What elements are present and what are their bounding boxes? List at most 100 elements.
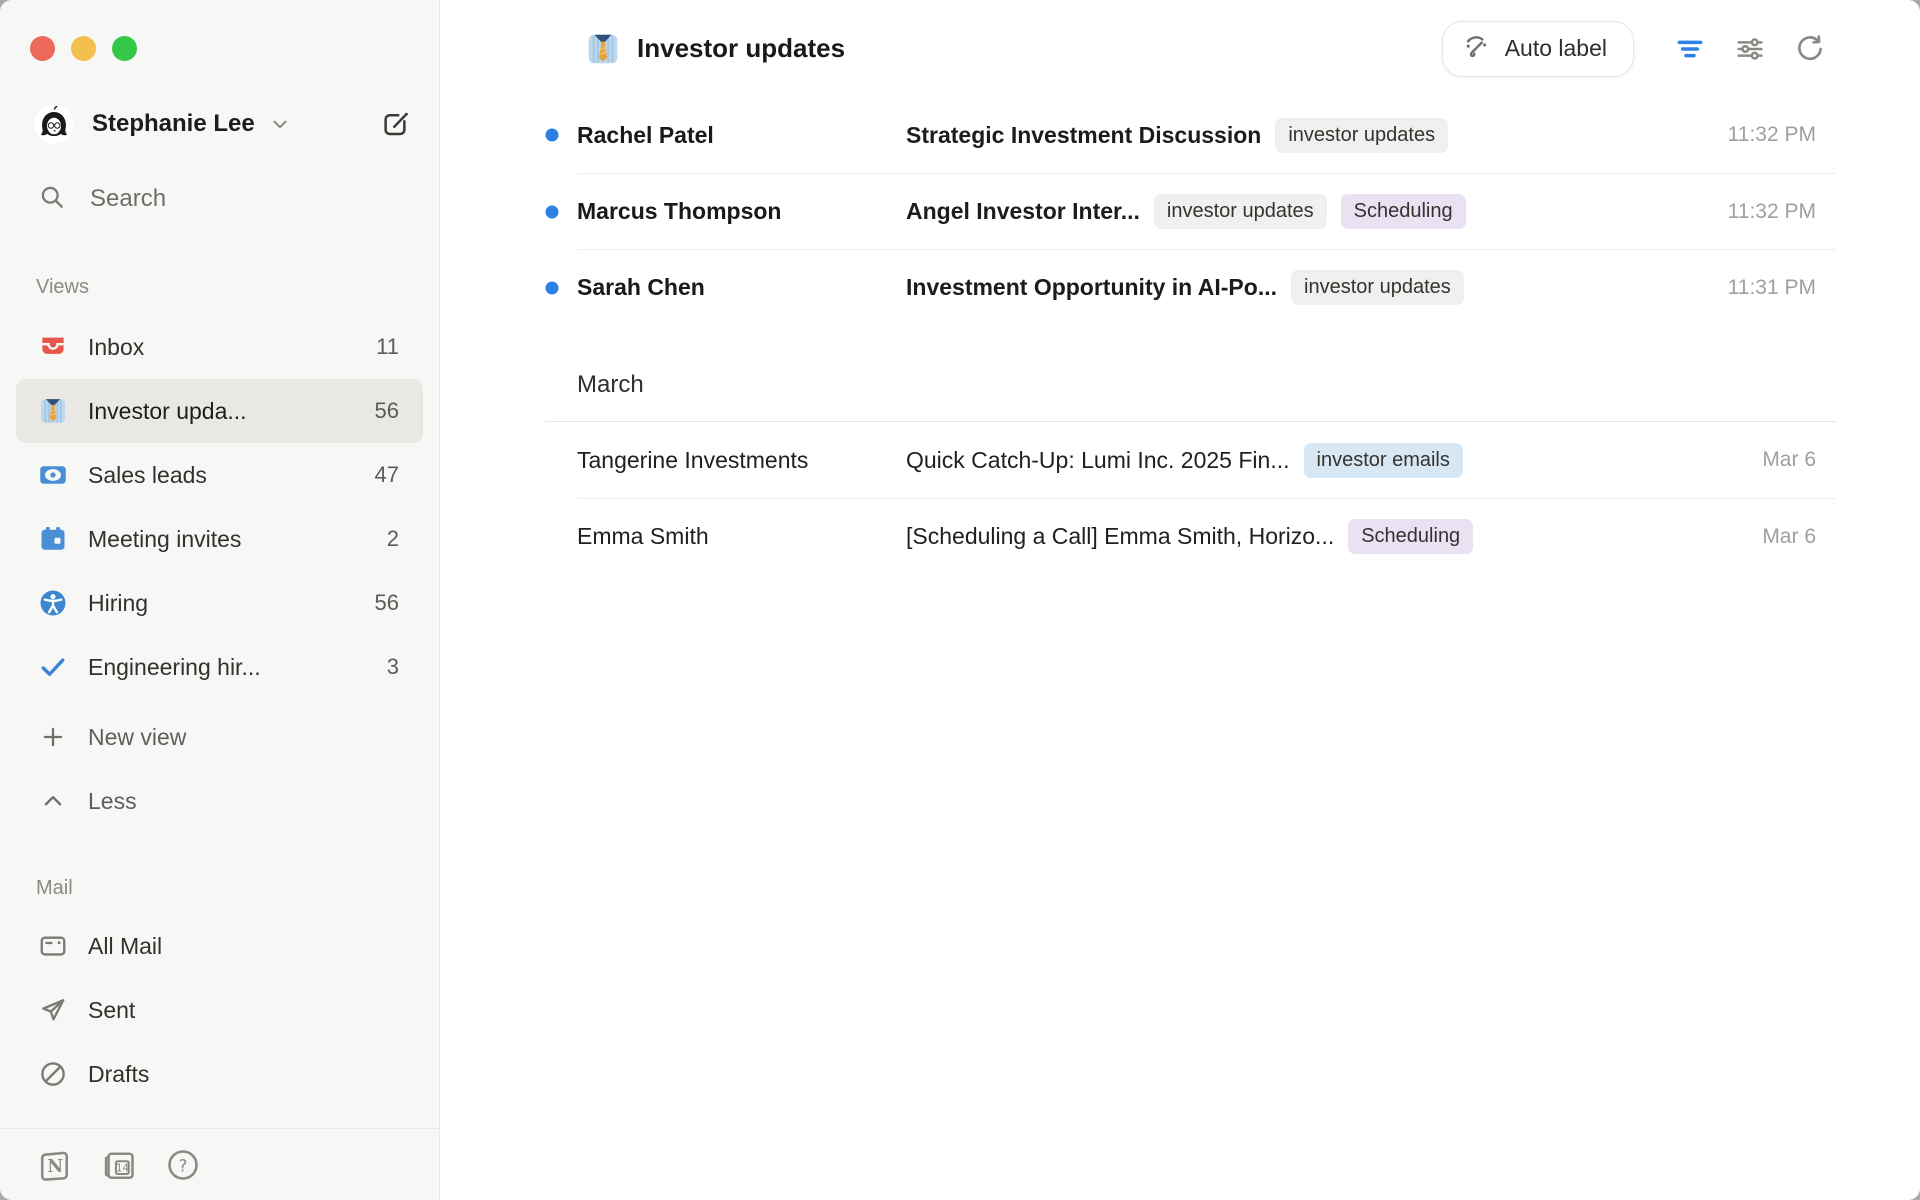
mail-list: Rachel PatelStrategic Investment Discuss… xyxy=(440,97,1920,574)
timestamp: 11:31 PM xyxy=(1708,276,1816,300)
search-label: Search xyxy=(90,185,166,213)
subject-text: Quick Catch-Up: Lumi Inc. 2025 Fin... xyxy=(906,447,1290,474)
subject-text: Investment Opportunity in AI-Po... xyxy=(906,274,1277,301)
month-label: March xyxy=(577,361,1836,409)
all-mail-label: All Mail xyxy=(88,933,162,960)
compose-icon[interactable] xyxy=(373,101,419,147)
chevron-up-icon xyxy=(38,786,68,816)
sidebar-item-label: Meeting invites xyxy=(88,526,241,553)
refresh-icon[interactable] xyxy=(1790,29,1830,69)
mail-row[interactable]: Tangerine InvestmentsQuick Catch-Up: Lum… xyxy=(577,422,1836,498)
subject-text: Strategic Investment Discussion xyxy=(906,122,1261,149)
profile-row[interactable]: Stephanie Lee xyxy=(34,102,423,146)
search-icon xyxy=(38,183,66,216)
main-header: Investor updates Auto label xyxy=(440,0,1920,97)
mail-row[interactable]: Emma Smith[Scheduling a Call] Emma Smith… xyxy=(577,498,1836,574)
sender-name: Emma Smith xyxy=(577,523,906,550)
drafts-icon xyxy=(38,1059,68,1089)
sidebar-item-drafts[interactable]: Drafts xyxy=(16,1042,423,1106)
sidebar-item-sales-leads[interactable]: Sales leads47 xyxy=(16,443,423,507)
subject-and-labels: Angel Investor Inter... investor updates S… xyxy=(906,194,1466,229)
header-actions: Auto label xyxy=(1442,21,1830,77)
sidebar-item-all-mail[interactable]: All Mail xyxy=(16,914,423,978)
unread-count: 3 xyxy=(387,654,399,680)
sidebar-actions: New view Less xyxy=(16,705,423,833)
sidebar-item-hiring[interactable]: Hiring56 xyxy=(16,571,423,635)
user-name: Stephanie Lee xyxy=(92,110,255,138)
sidebar-footer: N 14 ? xyxy=(0,1128,439,1200)
subject-and-labels: Investment Opportunity in AI-Po... invest… xyxy=(906,270,1464,305)
necktie-icon xyxy=(585,31,621,67)
label-chip[interactable]: Scheduling xyxy=(1341,194,1466,229)
sidebar-item-label: Investor upda... xyxy=(88,398,247,425)
search-row[interactable]: Search xyxy=(38,182,423,216)
sidebar: Stephanie Lee Search Views xyxy=(0,0,440,1200)
traffic-lights xyxy=(0,0,439,60)
sidebar-item-label: Engineering hir... xyxy=(88,654,261,681)
label-chip[interactable]: investor emails xyxy=(1304,443,1463,478)
new-view-button[interactable]: New view xyxy=(16,705,423,769)
notion-calendar-icon[interactable]: 14 xyxy=(100,1146,138,1184)
views-section-label: Views xyxy=(36,276,439,299)
sender-name: Rachel Patel xyxy=(577,122,906,149)
label-chip[interactable]: Scheduling xyxy=(1348,519,1473,554)
sidebar-item-engineering-hir[interactable]: Engineering hir... 3 xyxy=(16,635,423,699)
minimize-button[interactable] xyxy=(71,36,96,61)
svg-text:14: 14 xyxy=(116,1163,129,1174)
sent-label: Sent xyxy=(88,997,135,1024)
zoom-button[interactable] xyxy=(112,36,137,61)
sidebar-item-investor-upda[interactable]: Investor upda... 56 xyxy=(16,379,423,443)
inbox-icon xyxy=(38,332,68,362)
mail-row[interactable]: Marcus ThompsonAngel Investor Inter...in… xyxy=(577,173,1836,249)
necktie-icon xyxy=(38,396,68,426)
unread-dot xyxy=(546,129,559,142)
svg-text:?: ? xyxy=(179,1156,188,1175)
calendar-icon xyxy=(38,524,68,554)
sidebar-item-label: Sales leads xyxy=(88,462,207,489)
mail-section-label: Mail xyxy=(36,877,439,900)
march-group: Tangerine InvestmentsQuick Catch-Up: Lum… xyxy=(440,422,1836,574)
timestamp: 11:32 PM xyxy=(1708,123,1816,147)
checkmark-icon xyxy=(38,652,68,682)
svg-text:N: N xyxy=(47,1157,63,1177)
unread-count: 11 xyxy=(376,334,399,360)
views-list: Inbox11Investor upda...56Sales leads47Me… xyxy=(16,315,423,699)
plus-icon xyxy=(38,722,68,752)
banknote-icon xyxy=(38,460,68,490)
auto-label-button[interactable]: Auto label xyxy=(1442,21,1634,77)
subject-and-labels: Quick Catch-Up: Lumi Inc. 2025 Fin... inv… xyxy=(906,443,1463,478)
sidebar-item-inbox[interactable]: Inbox 11 xyxy=(16,315,423,379)
filter-icon[interactable] xyxy=(1670,29,1710,69)
sidebar-item-meeting-invites[interactable]: Meeting invites 2 xyxy=(16,507,423,571)
unread-count: 56 xyxy=(375,398,399,424)
label-chip[interactable]: investor updates xyxy=(1154,194,1327,229)
sender-name: Sarah Chen xyxy=(577,274,906,301)
unread-count: 2 xyxy=(387,526,399,552)
mail-items: All Mail Sent xyxy=(16,914,423,1106)
less-label: Less xyxy=(88,788,137,815)
timestamp: Mar 6 xyxy=(1742,448,1816,472)
subject-text: Angel Investor Inter... xyxy=(906,198,1140,225)
subject-and-labels: [Scheduling a Call] Emma Smith, Horizo..… xyxy=(906,519,1473,554)
subject-and-labels: Strategic Investment Discussion investor … xyxy=(906,118,1448,153)
new-view-label: New view xyxy=(88,724,186,751)
avatar xyxy=(34,104,74,144)
sliders-icon[interactable] xyxy=(1730,29,1770,69)
notion-logo-icon[interactable]: N xyxy=(36,1146,74,1184)
app-window: Stephanie Lee Search Views xyxy=(0,0,1920,1200)
label-chip[interactable]: investor updates xyxy=(1291,270,1464,305)
unread-dot xyxy=(546,281,559,294)
mail-row[interactable]: Sarah ChenInvestment Opportunity in AI-P… xyxy=(577,249,1836,325)
close-button[interactable] xyxy=(30,36,55,61)
help-icon[interactable]: ? xyxy=(164,1146,202,1184)
sidebar-item-label: Inbox xyxy=(88,334,144,361)
accessibility-icon xyxy=(38,588,68,618)
sender-name: Tangerine Investments xyxy=(577,447,906,474)
less-button[interactable]: Less xyxy=(16,769,423,833)
sidebar-item-sent[interactable]: Sent xyxy=(16,978,423,1042)
label-chip[interactable]: investor updates xyxy=(1275,118,1448,153)
unread-dot xyxy=(546,205,559,218)
mail-row[interactable]: Rachel PatelStrategic Investment Discuss… xyxy=(577,97,1836,173)
auto-label-text: Auto label xyxy=(1505,35,1607,62)
sidebar-item-label: Hiring xyxy=(88,590,148,617)
